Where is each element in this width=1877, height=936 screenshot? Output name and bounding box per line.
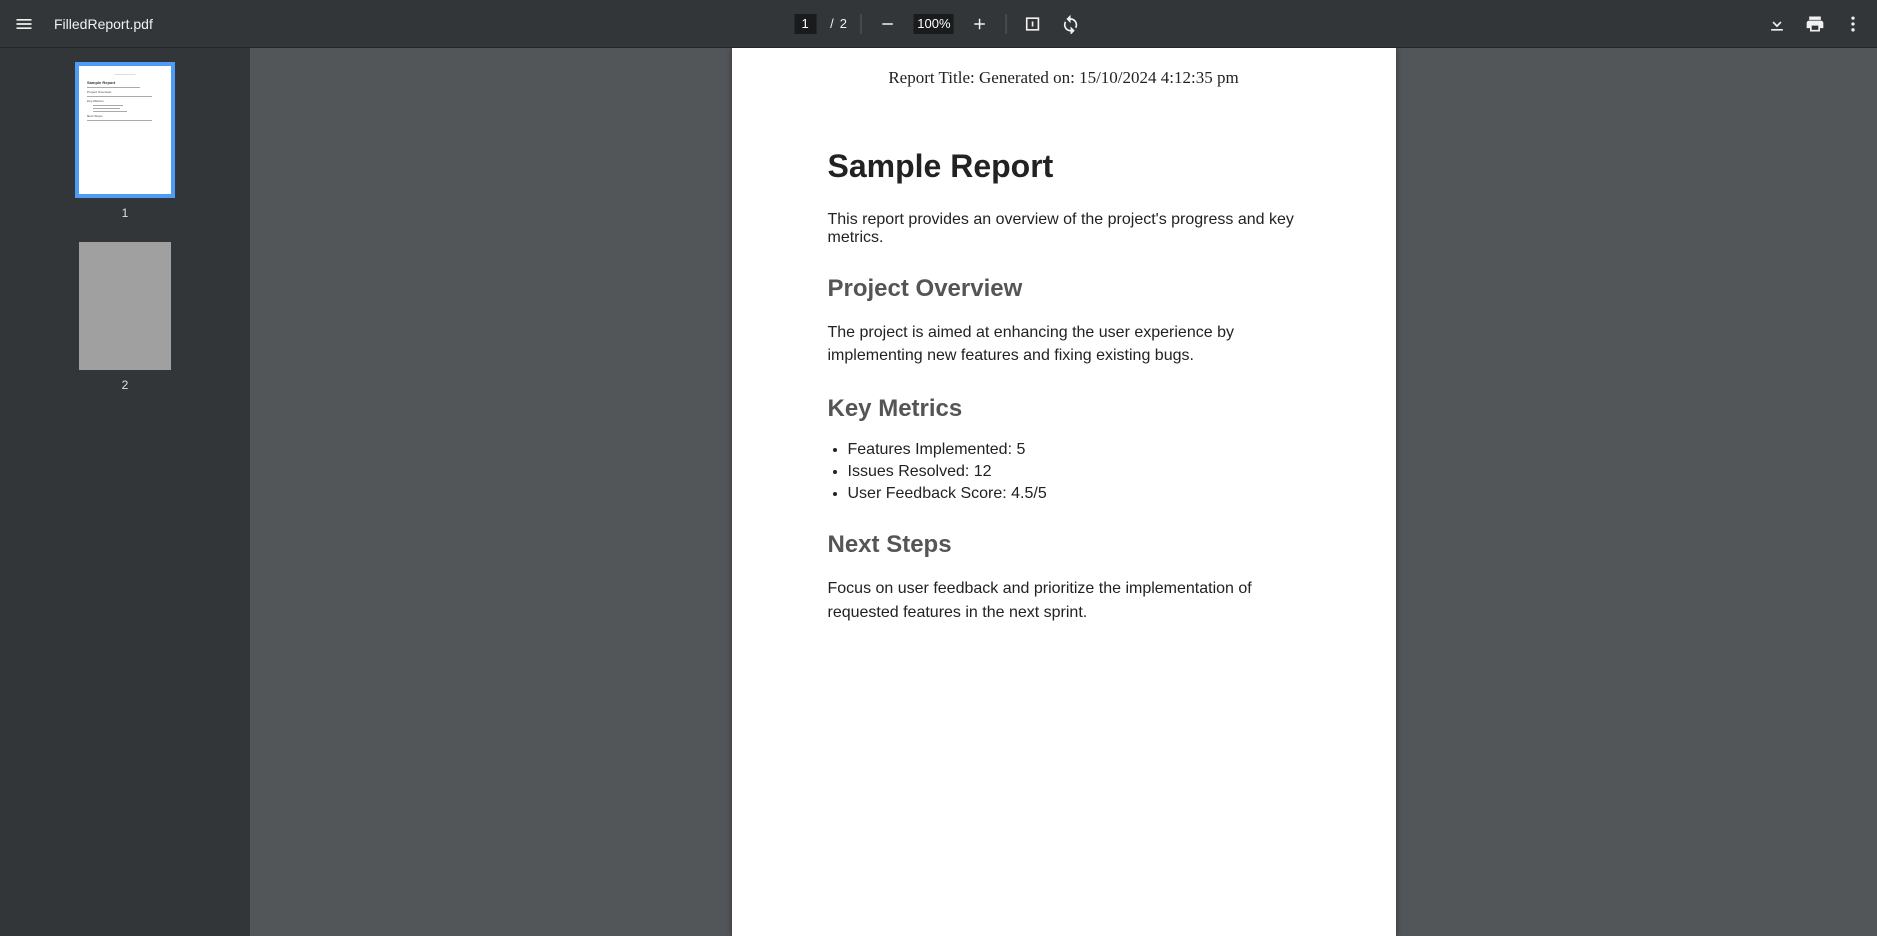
current-page-input[interactable] bbox=[794, 14, 816, 34]
thumbnail-sidebar: ——————— Sample Report Project Overview K… bbox=[0, 48, 250, 936]
thumbnail-1-label: 1 bbox=[122, 206, 129, 220]
report-header: Report Title: Generated on: 15/10/2024 4… bbox=[780, 68, 1348, 88]
zoom-input[interactable] bbox=[914, 14, 954, 34]
total-pages: 2 bbox=[840, 16, 847, 31]
toolbar-divider bbox=[861, 14, 862, 34]
page-sep: / bbox=[830, 16, 834, 31]
report-intro: This report provides an overview of the … bbox=[828, 211, 1300, 247]
menu-icon[interactable] bbox=[12, 12, 36, 36]
download-icon[interactable] bbox=[1765, 12, 1789, 36]
thumbnail-2-label: 2 bbox=[122, 378, 129, 392]
pdf-toolbar: FilledReport.pdf / 2 bbox=[0, 0, 1877, 48]
document-viewer[interactable]: Report Title: Generated on: 15/10/2024 4… bbox=[250, 48, 1877, 936]
zoom-out-icon[interactable] bbox=[876, 12, 900, 36]
section-metrics-heading: Key Metrics bbox=[828, 395, 1300, 423]
list-item: Features Implemented: 5 bbox=[848, 441, 1300, 459]
toolbar-divider bbox=[1006, 14, 1007, 34]
section-nextsteps-heading: Next Steps bbox=[828, 531, 1300, 559]
list-item: Issues Resolved: 12 bbox=[848, 463, 1300, 481]
section-overview-heading: Project Overview bbox=[828, 275, 1300, 303]
rotate-icon[interactable] bbox=[1059, 12, 1083, 36]
print-icon[interactable] bbox=[1803, 12, 1827, 36]
thumbnail-1[interactable]: ——————— Sample Report Project Overview K… bbox=[75, 62, 175, 220]
page-total: / 2 bbox=[830, 16, 847, 31]
filename: FilledReport.pdf bbox=[54, 16, 153, 32]
page-1: Report Title: Generated on: 15/10/2024 4… bbox=[732, 48, 1396, 936]
zoom-in-icon[interactable] bbox=[968, 12, 992, 36]
section-overview-body: The project is aimed at enhancing the us… bbox=[828, 321, 1300, 367]
section-nextsteps-body: Focus on user feedback and prioritize th… bbox=[828, 577, 1300, 623]
fit-page-icon[interactable] bbox=[1021, 12, 1045, 36]
more-icon[interactable] bbox=[1841, 12, 1865, 36]
thumbnail-2[interactable]: 2 bbox=[79, 242, 171, 392]
metrics-list: Features Implemented: 5 Issues Resolved:… bbox=[848, 441, 1300, 503]
report-title: Sample Report bbox=[828, 148, 1300, 185]
list-item: User Feedback Score: 4.5/5 bbox=[848, 485, 1300, 503]
